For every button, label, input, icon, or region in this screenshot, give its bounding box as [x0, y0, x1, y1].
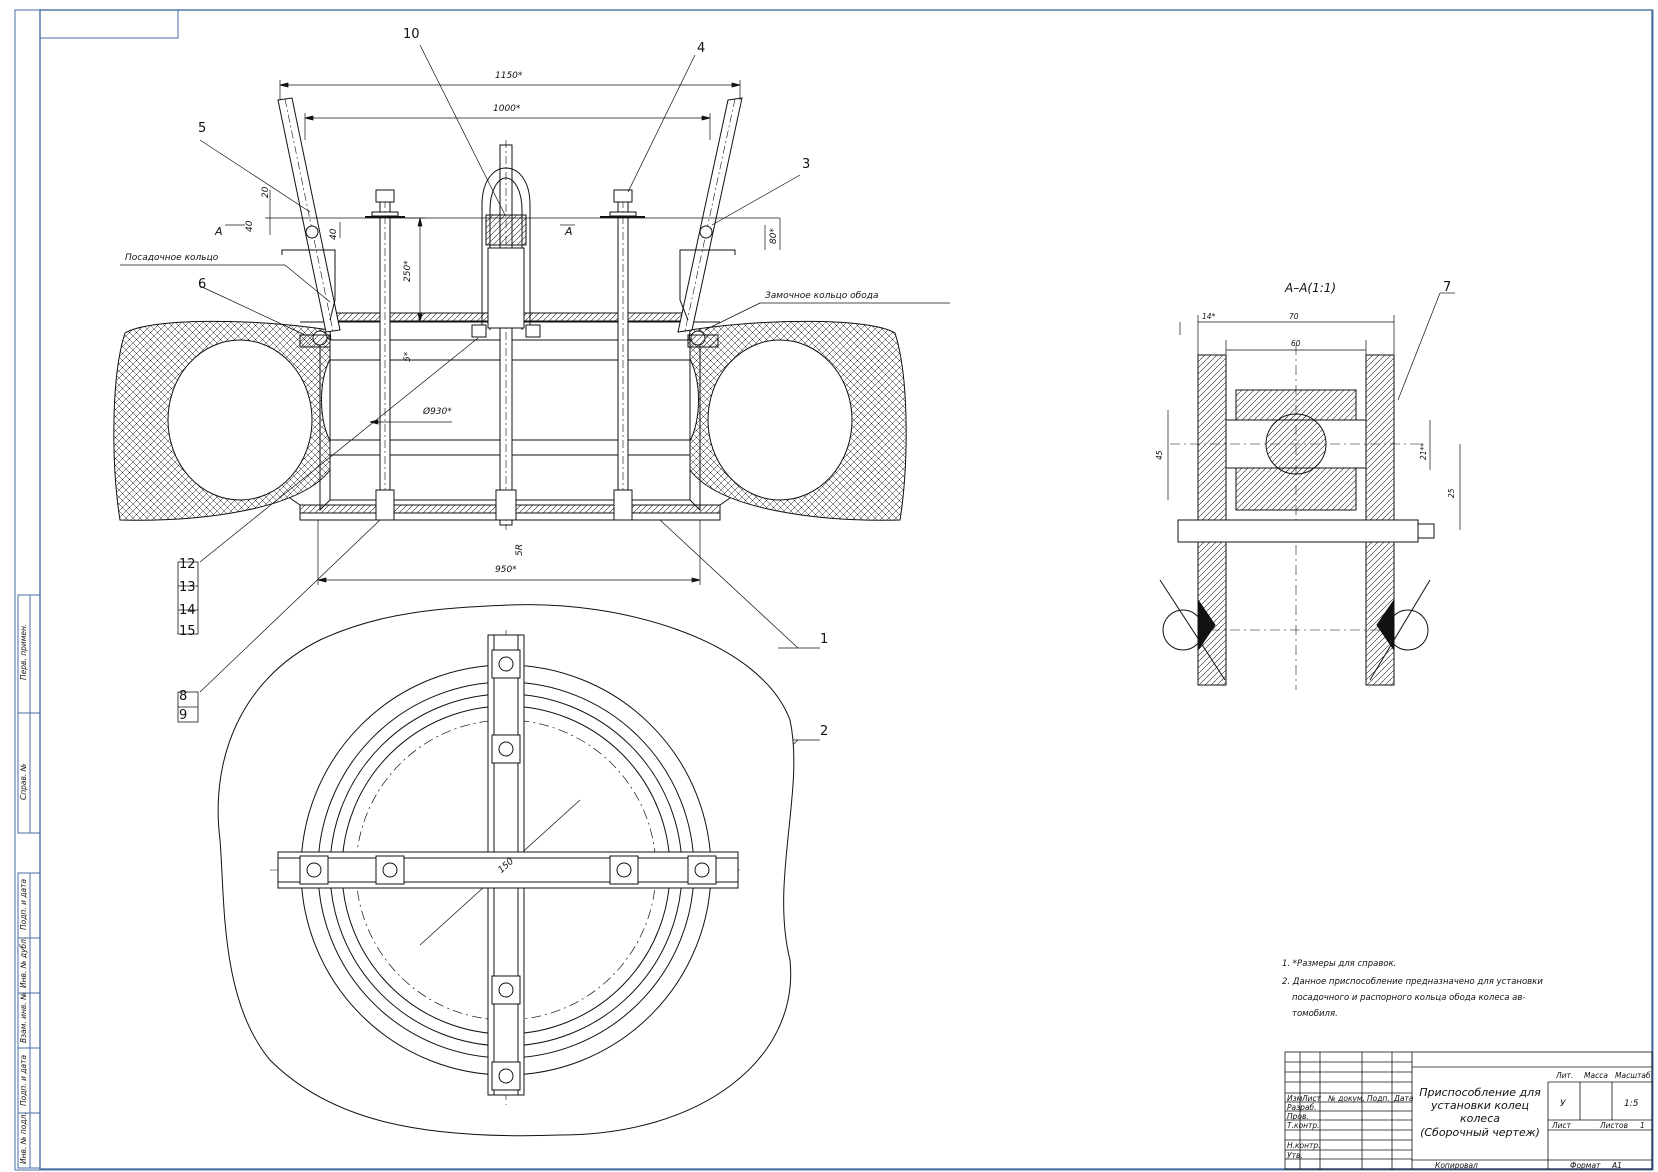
- tb-col-sign: Подп.: [1367, 1094, 1390, 1103]
- callout-5: 5: [198, 121, 207, 136]
- tb-col-izm: Изм: [1287, 1094, 1303, 1103]
- title-line-1: Приспособление для: [1419, 1086, 1541, 1099]
- tb-col-date: Дата: [1394, 1094, 1414, 1103]
- callout-8: 8: [179, 689, 188, 704]
- drawing-title: Приспособление для установки колец колес…: [1414, 1086, 1546, 1139]
- callout-14: 14: [179, 603, 196, 618]
- tb-sheets-label: Листов: [1600, 1121, 1629, 1130]
- tb-row-utv: Утв.: [1287, 1151, 1303, 1160]
- tb-format-value: А1: [1612, 1161, 1622, 1170]
- tb-copied-label: Копировал: [1435, 1161, 1478, 1170]
- stamp-inv-podl: Инв. № подл.: [19, 1112, 28, 1164]
- stamp-perv-primen: Перв. примен.: [19, 623, 28, 680]
- dim-950: 950*: [495, 565, 517, 575]
- callout-3: 3: [802, 157, 811, 172]
- stamp-sprav-no: Справ. №: [19, 763, 28, 801]
- title-line-3: (Сборочный чертеж): [1420, 1125, 1540, 1139]
- tb-scale-label: Масштаб: [1615, 1071, 1651, 1080]
- callout-15: 15: [179, 624, 196, 639]
- tb-scale-value: 1:5: [1624, 1099, 1639, 1109]
- tb-format-label: Формат: [1570, 1161, 1601, 1170]
- tb-mass-label: Масса: [1584, 1071, 1608, 1080]
- section-mark-right: А: [565, 225, 573, 238]
- callout-2: 2: [820, 724, 829, 739]
- dim-1000: 1000*: [493, 104, 521, 114]
- note-3: посадочного и распорного кольца обода ко…: [1292, 993, 1526, 1003]
- stamp-podp-data-2: Подп. и дата: [19, 1054, 28, 1106]
- tb-lit-label: Лит.: [1556, 1071, 1574, 1080]
- tb-sheet-label: Лист: [1552, 1121, 1572, 1130]
- callout-1: 1: [820, 632, 829, 647]
- dim-20: 20: [261, 186, 271, 198]
- stamp-podp-data-1: Подп. и дата: [19, 878, 28, 930]
- tb-row-tkontr: Т.контр.: [1287, 1121, 1320, 1130]
- tyre-left-cavity: [167, 339, 313, 501]
- dim-14a: 14*: [1202, 312, 1216, 321]
- dim-930: Ø930*: [423, 407, 452, 417]
- tb-col-doc: № докум.: [1328, 1094, 1365, 1103]
- dim-80: 80*: [769, 228, 779, 244]
- note-1: 1. *Размеры для справок.: [1282, 959, 1397, 969]
- section-view: [1159, 315, 1461, 690]
- lever-left: [277, 97, 341, 348]
- section-title: А–А(1:1): [1285, 281, 1337, 295]
- callout-4: 4: [697, 41, 706, 56]
- note-2: 2. Данное приспособление предназначено д…: [1282, 977, 1543, 987]
- note-4: томобиля.: [1292, 1009, 1338, 1019]
- drawing-sheet: 10 4 5 3 6 7 12 13 14 15 1 8 9 2 Посадоч…: [0, 0, 1658, 1172]
- callout-10: 10: [403, 27, 420, 42]
- dim-5: 5*: [403, 351, 413, 362]
- dim-25: 25: [1447, 488, 1456, 498]
- label-seat-ring: Посадочное кольцо: [125, 253, 219, 263]
- dim-40b: 40: [329, 228, 339, 240]
- title-line-2: установки колец колеса: [1430, 1099, 1530, 1126]
- dim-250: 250*: [403, 260, 413, 282]
- dim-40a: 40: [245, 220, 255, 232]
- tb-lit-value: У: [1560, 1099, 1566, 1109]
- label-lock-ring: Замочное кольцо обода: [765, 291, 879, 301]
- dim-1150: 1150*: [495, 71, 523, 81]
- tb-sheets-value: 1: [1640, 1121, 1645, 1130]
- callout-13: 13: [179, 580, 196, 595]
- tb-row-razrab: Разраб.: [1287, 1103, 1317, 1112]
- tb-row-prov: Пров.: [1287, 1112, 1309, 1121]
- dim-45: 45: [1155, 450, 1164, 460]
- stamp-inv-dubl: Инв. № дубл.: [19, 936, 28, 988]
- tyre-right-cavity: [707, 339, 853, 501]
- callout-6: 6: [198, 277, 207, 292]
- callout-7: 7: [1443, 280, 1452, 295]
- tb-col-list: Лист: [1302, 1094, 1322, 1103]
- tb-row-nkontr: Н.контр.: [1287, 1141, 1321, 1150]
- callout-9: 9: [179, 708, 188, 723]
- section-mark-left: А: [215, 225, 223, 238]
- corner-stamp: [39, 9, 179, 39]
- dim-70: 70: [1289, 312, 1299, 321]
- callout-12: 12: [179, 557, 196, 572]
- stamp-vzam-inv: Взам. инв. №: [19, 992, 28, 1043]
- dim-21: 21**: [1419, 442, 1428, 460]
- dim-60: 60: [1291, 339, 1301, 348]
- dim-5r: 5R: [515, 544, 525, 556]
